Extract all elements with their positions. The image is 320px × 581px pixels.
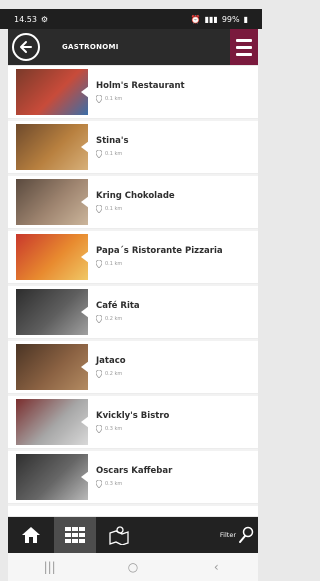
distance-row: 0.1 km [96,260,223,268]
distance-row: 0.1 km [96,150,129,158]
nav-home[interactable] [8,517,54,553]
menu-button[interactable] [230,29,258,65]
list-item[interactable]: Papa´s Ristorante Pizzaria 0.1 km [8,231,258,284]
back-button[interactable] [12,33,40,61]
location-pin-icon [96,315,102,323]
restaurant-name: Oscars Kaffebar [96,466,173,476]
restaurant-photo [16,179,88,225]
page-title: GASTRONOMI [62,43,119,51]
restaurant-photo [16,399,88,445]
distance-value: 0.1 km [105,261,123,267]
list-item[interactable]: Stina's 0.1 km [8,121,258,174]
status-bar: 14.53 ⚙ ⏰ ▮▮▮ 99% ▮ [0,9,262,29]
list-item[interactable]: Café Rita 0.2 km [8,286,258,339]
home-icon [22,527,40,543]
map-icon [109,526,129,545]
restaurant-name: Stina's [96,136,129,146]
distance-row: 0.2 km [96,315,140,323]
menu-icon [236,38,252,42]
distance-row: 0.3 km [96,425,169,433]
restaurant-name: Papa´s Ristorante Pizzaria [96,246,223,256]
location-pin-icon [96,425,102,433]
location-pin-icon [96,150,102,158]
list-item[interactable]: Kring Chokolade 0.1 km [8,176,258,229]
restaurant-photo [16,289,88,335]
distance-value: 0.2 km [105,371,123,377]
bottom-nav: Filter [8,517,258,553]
restaurant-photo [16,234,88,280]
location-pin-icon [96,260,102,268]
distance-value: 0.3 km [105,426,123,432]
arrow-left-icon [20,41,32,53]
restaurant-name: Kring Chokolade [96,191,175,201]
location-pin-icon [96,205,102,213]
app-screen: 14.53 ⚙ ⏰ ▮▮▮ 99% ▮ GASTRONOMI Holm's Re… [0,0,262,581]
distance-value: 0.3 km [105,481,123,487]
nav-list-view[interactable] [54,517,96,553]
list-item[interactable]: Jataco 0.2 km [8,341,258,394]
filter-search-icon [239,526,254,543]
recent-apps-icon[interactable]: ||| [35,560,65,574]
list-item[interactable]: Oscars Kaffebar 0.3 km [8,451,258,504]
distance-row: 0.1 km [96,205,175,213]
restaurant-name: Kvickly's Bistro [96,411,170,421]
system-nav-bar: ||| ○ ‹ [8,553,258,581]
restaurant-name: Jataco [96,356,126,366]
alarm-icon: ⏰ [190,14,201,24]
distance-value: 0.1 km [105,206,123,212]
restaurant-name: Holm's Restaurant [96,81,185,91]
distance-row: 0.2 km [96,370,126,378]
location-pin-icon [96,480,102,488]
home-circle-icon[interactable]: ○ [118,560,148,574]
distance-row: 0.1 km [96,95,185,103]
battery-icon: ▮ [243,14,248,24]
restaurant-photo [16,69,88,115]
back-chevron-icon[interactable]: ‹ [201,560,231,574]
grid-icon [65,527,85,543]
restaurant-photo [16,454,88,500]
distance-value: 0.2 km [105,316,123,322]
restaurant-name: Café Rita [96,301,140,311]
restaurant-photo [16,344,88,390]
nav-map[interactable] [96,517,142,553]
battery-level: 99% [221,14,240,24]
list-item[interactable]: Holm's Restaurant 0.1 km [8,66,258,119]
top-bar: GASTRONOMI [8,29,258,65]
distance-value: 0.1 km [105,151,123,157]
list-item-partial[interactable] [8,506,258,516]
distance-value: 0.1 km [105,96,123,102]
status-time: 14.53 [14,14,37,24]
location-pin-icon [96,370,102,378]
distance-row: 0.3 km [96,480,172,488]
restaurant-list: Holm's Restaurant 0.1 km Stina's 0.1 km Krin… [8,66,258,516]
signal-icon: ▮▮▮ [204,14,218,24]
restaurant-photo [16,124,88,170]
filter-label: Filter [219,531,236,539]
location-pin-icon [96,95,102,103]
notification-icon: ⚙ [40,14,49,24]
list-item[interactable]: Kvickly's Bistro 0.3 km [8,396,258,449]
filter-button[interactable]: Filter [220,526,254,544]
